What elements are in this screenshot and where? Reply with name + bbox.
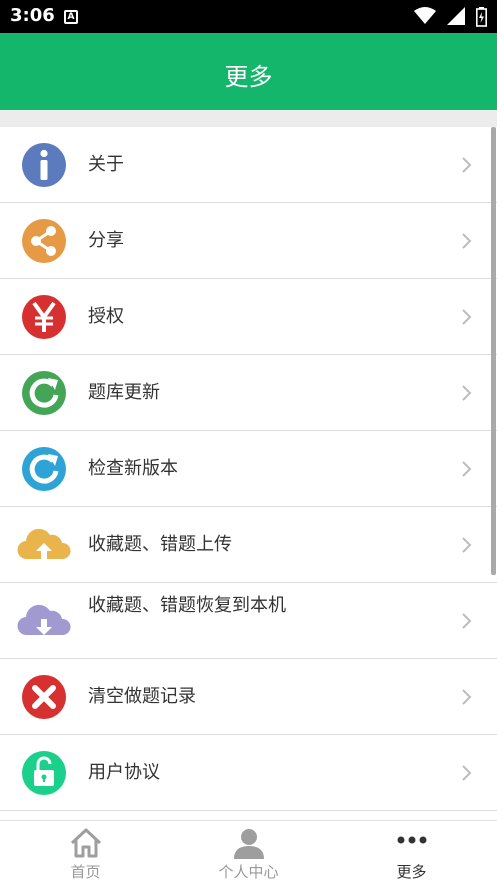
menu-item-label: 授权 [88,306,124,327]
tab-label: 首页 [70,863,101,881]
app-header: 更多 [0,33,497,110]
tab-home[interactable]: 首页 [3,821,168,886]
chevron-right-icon [462,765,472,781]
cloud-upload-icon [17,528,71,560]
menu-item-label: 收藏题、错题恢复到本机 [88,595,286,616]
chevron-right-icon [462,385,472,401]
chevron-right-icon [462,157,472,173]
signal-icon [446,7,465,25]
menu-list: 关于 分享 授权 题库更新 检查新版本 收藏题、错题上传 收藏题、错题恢复到本机… [0,127,497,820]
chevron-right-icon [462,233,472,249]
more-icon [397,836,426,844]
menu-item-label: 题库更新 [88,382,160,403]
menu-item-label: 收藏题、错题上传 [88,534,232,555]
tab-label: 个人中心 [218,863,279,881]
menu-item-label: 检查新版本 [88,458,178,479]
menu-item-clear-records[interactable]: 清空做题记录 [0,659,497,735]
menu-item-label: 分享 [88,230,124,251]
menu-item-check-version[interactable]: 检查新版本 [0,431,497,507]
status-bar: 3:06 A [0,0,497,33]
menu-item-label: 关于 [88,154,124,175]
menu-item-bank-update[interactable]: 题库更新 [0,355,497,431]
menu-item-label: 用户协议 [88,762,160,783]
chevron-right-icon [462,537,472,553]
close-icon [22,675,66,719]
menu-item-upload[interactable]: 收藏题、错题上传 [0,507,497,583]
menu-item-label: 清空做题记录 [88,686,196,707]
tab-more[interactable]: 更多 [329,821,494,886]
chevron-right-icon [462,613,472,629]
unlock-icon [22,751,66,795]
tab-label: 更多 [396,863,427,881]
menu-item-share[interactable]: 分享 [0,203,497,279]
menu-item-user-agreement[interactable]: 用户协议 [0,735,497,811]
refresh-icon [22,371,66,415]
notification-icon: A [64,10,78,24]
scrollbar[interactable] [491,127,496,575]
yen-icon [22,295,66,339]
tab-profile[interactable]: 个人中心 [166,821,331,886]
status-icons [408,7,487,27]
home-icon [70,828,101,858]
menu-item-restore[interactable]: 收藏题、错题恢复到本机 [0,583,497,659]
wifi-icon [413,7,436,24]
user-icon [233,829,264,859]
status-time: 3:06 [10,5,55,26]
cloud-download-icon [17,604,71,636]
chevron-right-icon [462,689,472,705]
chevron-right-icon [462,461,472,477]
battery-icon [476,7,487,27]
page-title: 更多 [224,63,273,91]
header-spacer [0,110,497,127]
tab-bar: 首页 个人中心 更多 [0,820,497,885]
share-icon [22,219,66,263]
update-icon [22,447,66,491]
menu-item-about[interactable]: 关于 [0,127,497,203]
chevron-right-icon [462,309,472,325]
info-icon [22,143,66,187]
menu-item-auth[interactable]: 授权 [0,279,497,355]
